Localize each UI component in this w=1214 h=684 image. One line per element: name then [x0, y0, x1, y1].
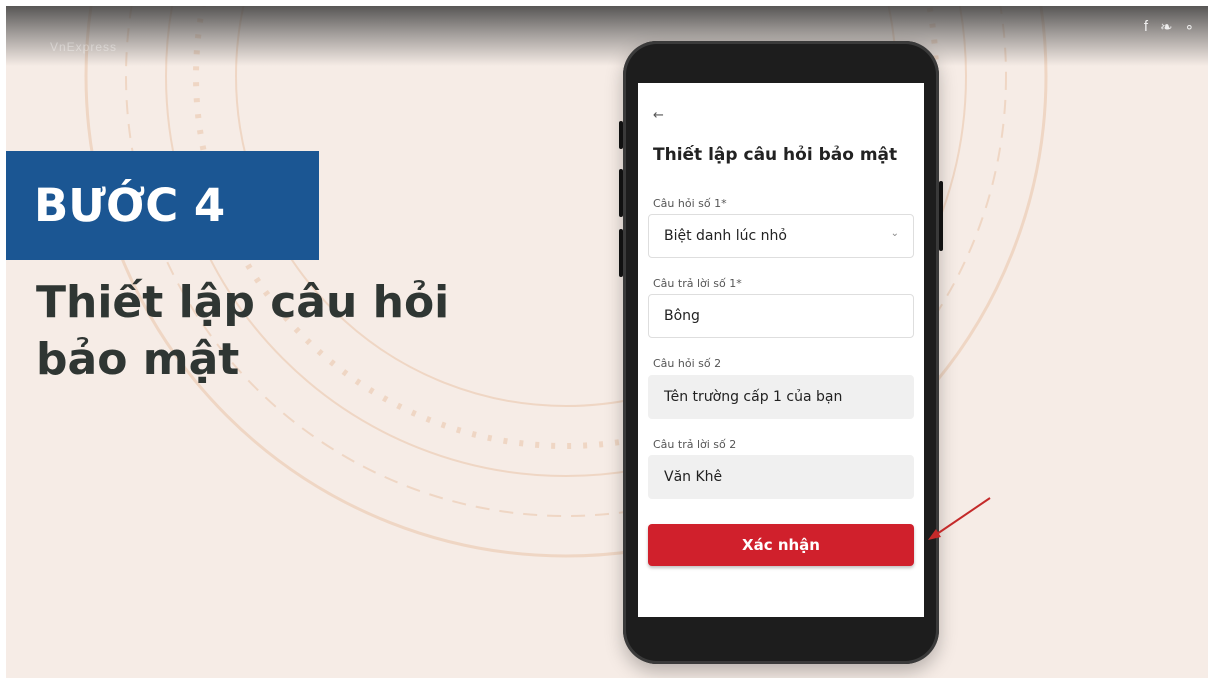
phone-volume-down [619, 229, 623, 277]
answer-1-value: Bông [664, 308, 700, 324]
question-2-value: Tên trường cấp 1 của bạn [664, 389, 843, 405]
answer-2-value: Văn Khê [664, 469, 723, 485]
phone-volume-up [619, 169, 623, 217]
top-bar: VnExpress f ❧ ∘ [6, 6, 1208, 66]
step-title: Thiết lập câu hỏi bảo mật [36, 274, 466, 388]
step-title-line2: bảo mật [36, 334, 240, 385]
step-badge: BƯỚC 4 [6, 151, 319, 260]
back-arrow-icon[interactable]: ← [653, 108, 664, 123]
step-title-line1: Thiết lập câu hỏi [36, 277, 450, 328]
question-2-label: Câu hỏi số 2 [653, 357, 722, 370]
slide: VnExpress f ❧ ∘ BƯỚC 4 Thiết lập câu hỏi… [6, 6, 1208, 678]
question-2-select[interactable]: Tên trường cấp 1 của bạn [648, 375, 914, 419]
answer-1-label: Câu trả lời số 1* [653, 277, 742, 290]
chevron-down-icon: ⌄ [890, 228, 899, 239]
share-bar: f ❧ ∘ [1144, 18, 1194, 36]
pointer-arrow-icon [928, 497, 991, 540]
facebook-icon[interactable]: f [1144, 18, 1148, 36]
question-1-label: Câu hỏi số 1* [653, 197, 727, 210]
phone-power-button [939, 181, 943, 251]
screen-title: Thiết lập câu hỏi bảo mật [653, 145, 898, 165]
phone-mockup: ← Thiết lập câu hỏi bảo mật Câu hỏi số 1… [619, 41, 943, 664]
question-1-value: Biệt danh lúc nhỏ [664, 228, 787, 244]
link-icon[interactable]: ∘ [1185, 18, 1194, 36]
answer-2-label: Câu trả lời số 2 [653, 438, 737, 451]
twitter-icon[interactable]: ❧ [1160, 18, 1173, 36]
question-1-select[interactable]: Biệt danh lúc nhỏ ⌄ [648, 214, 914, 258]
answer-2-input[interactable]: Văn Khê [648, 455, 914, 499]
phone-side-button [619, 121, 623, 149]
app-screen: ← Thiết lập câu hỏi bảo mật Câu hỏi số 1… [638, 83, 924, 617]
brand-watermark: VnExpress [50, 40, 118, 54]
answer-1-input[interactable]: Bông [648, 294, 914, 338]
confirm-button[interactable]: Xác nhận [648, 524, 914, 566]
